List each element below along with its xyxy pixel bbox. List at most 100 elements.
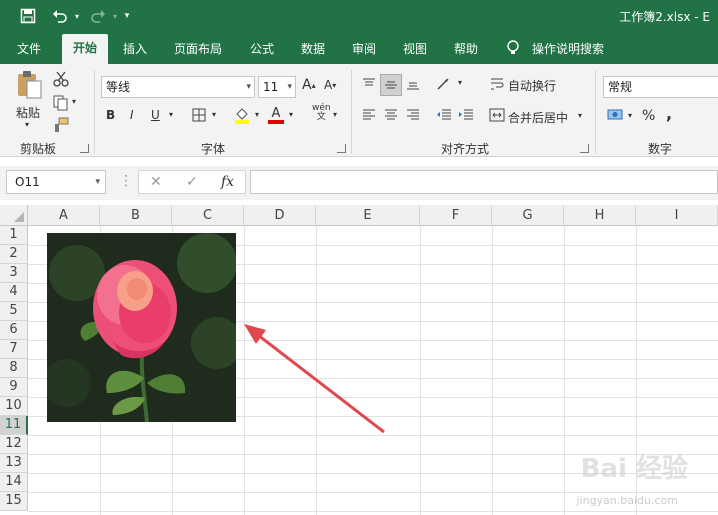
column-header-b[interactable]: B: [100, 205, 172, 226]
row-header-15[interactable]: 15: [0, 492, 28, 511]
undo-icon[interactable]: [48, 7, 72, 25]
paste-button[interactable]: 粘贴: [16, 104, 40, 121]
increase-font-size-icon[interactable]: A ▴: [302, 77, 316, 93]
merge-dropdown-icon[interactable]: ▾: [578, 111, 582, 120]
copy-dropdown-icon[interactable]: ▾: [72, 97, 76, 106]
bold-button[interactable]: B: [106, 108, 115, 122]
tab-data[interactable]: 数据: [301, 40, 325, 58]
clipboard-launcher-icon[interactable]: [80, 144, 89, 153]
align-top-icon[interactable]: [360, 74, 378, 94]
number-format-select[interactable]: 常规: [603, 76, 718, 98]
row-header-1[interactable]: 1: [0, 226, 28, 245]
name-box[interactable]: O11 ▾: [6, 170, 106, 194]
font-size-select[interactable]: 11 ▾: [258, 76, 296, 98]
tell-me-search[interactable]: 操作说明搜索: [532, 40, 604, 58]
enter-icon[interactable]: ✓: [186, 174, 198, 190]
merge-center-button[interactable]: 合并后居中: [508, 109, 568, 126]
tab-review[interactable]: 审阅: [352, 40, 376, 58]
underline-button[interactable]: U: [151, 108, 160, 122]
select-all-button[interactable]: [0, 205, 28, 226]
accounting-dropdown-icon[interactable]: ▾: [628, 111, 632, 120]
wrap-text-button[interactable]: 自动换行: [508, 77, 556, 94]
comma-style-button[interactable]: ,: [666, 104, 672, 123]
column-header-a[interactable]: A: [28, 205, 100, 226]
undo-dropdown-icon[interactable]: ▾: [72, 7, 82, 25]
copy-icon[interactable]: [52, 94, 70, 112]
title-bar: ▾ ▾ ▾ 工作簿2.xlsx - E: [0, 0, 718, 32]
row-header-3[interactable]: 3: [0, 264, 28, 283]
row-header-14[interactable]: 14: [0, 473, 28, 492]
redo-dropdown-icon[interactable]: ▾: [110, 7, 120, 25]
row-header-13[interactable]: 13: [0, 454, 28, 473]
fill-color-icon[interactable]: [233, 106, 251, 124]
accounting-format-icon[interactable]: [605, 106, 627, 124]
borders-dropdown-icon[interactable]: ▾: [212, 110, 216, 119]
font-size-value: 11: [263, 80, 279, 94]
row-header-12[interactable]: 12: [0, 435, 28, 454]
lightbulb-icon[interactable]: [506, 40, 520, 58]
wrap-text-icon[interactable]: [488, 74, 506, 94]
row-header-7[interactable]: 7: [0, 340, 28, 359]
tab-view[interactable]: 视图: [403, 40, 427, 58]
column-header-e[interactable]: E: [316, 205, 420, 226]
group-divider: [595, 70, 596, 154]
chevron-down-icon: ▾: [287, 82, 292, 92]
formula-bar-grip-icon[interactable]: ⋮: [119, 174, 133, 188]
font-color-dropdown-icon[interactable]: ▾: [289, 110, 293, 119]
fill-color-dropdown-icon[interactable]: ▾: [255, 110, 259, 119]
row-header-8[interactable]: 8: [0, 359, 28, 378]
phonetic-dropdown-icon[interactable]: ▾: [333, 110, 337, 119]
font-name-select[interactable]: 等线 ▾: [101, 76, 255, 98]
merge-center-icon[interactable]: [488, 106, 506, 124]
column-header-d[interactable]: D: [244, 205, 316, 226]
redo-icon[interactable]: [86, 7, 110, 25]
align-middle-icon[interactable]: [380, 74, 402, 96]
percent-style-button[interactable]: %: [642, 108, 655, 124]
orientation-dropdown-icon[interactable]: ▾: [458, 78, 462, 87]
cut-icon[interactable]: [52, 70, 70, 88]
phonetic-guide-icon[interactable]: wén 文: [312, 104, 331, 122]
cancel-icon[interactable]: ✕: [150, 174, 162, 190]
paste-icon[interactable]: [14, 70, 44, 100]
align-center-icon[interactable]: [382, 106, 400, 124]
font-launcher-icon[interactable]: [337, 144, 346, 153]
group-divider: [351, 70, 352, 154]
column-header-g[interactable]: G: [492, 205, 564, 226]
alignment-launcher-icon[interactable]: [580, 144, 589, 153]
align-bottom-icon[interactable]: [404, 74, 422, 94]
tab-home[interactable]: 开始: [62, 34, 109, 64]
row-header-9[interactable]: 9: [0, 378, 28, 397]
format-painter-icon[interactable]: [52, 116, 70, 134]
tab-insert[interactable]: 插入: [123, 40, 147, 58]
tab-page-layout[interactable]: 页面布局: [174, 40, 222, 58]
customize-quick-access-icon[interactable]: ▾: [120, 7, 134, 25]
tab-formulas[interactable]: 公式: [250, 40, 274, 58]
paste-dropdown-icon[interactable]: ▾: [25, 120, 29, 129]
increase-indent-icon[interactable]: [456, 106, 476, 124]
column-header-c[interactable]: C: [172, 205, 244, 226]
inserted-rose-picture[interactable]: [47, 233, 236, 422]
underline-dropdown-icon[interactable]: ▾: [169, 110, 173, 119]
row-header-2[interactable]: 2: [0, 245, 28, 264]
align-left-icon[interactable]: [360, 106, 378, 124]
column-header-f[interactable]: F: [420, 205, 492, 226]
decrease-font-size-icon[interactable]: A ▾: [324, 78, 336, 92]
font-color-icon[interactable]: A: [267, 106, 285, 124]
row-header-5[interactable]: 5: [0, 302, 28, 321]
decrease-indent-icon[interactable]: [434, 106, 454, 124]
column-header-h[interactable]: H: [564, 205, 636, 226]
align-right-icon[interactable]: [404, 106, 422, 124]
borders-icon[interactable]: [191, 107, 207, 123]
orientation-icon[interactable]: [434, 74, 456, 94]
italic-button[interactable]: I: [130, 108, 134, 122]
formula-input[interactable]: [250, 170, 718, 194]
insert-function-icon[interactable]: fx: [221, 174, 234, 190]
row-header-6[interactable]: 6: [0, 321, 28, 340]
save-icon[interactable]: [16, 7, 40, 25]
tab-help[interactable]: 帮助: [454, 40, 478, 58]
row-header-11[interactable]: 11: [0, 416, 28, 435]
column-header-i[interactable]: I: [636, 205, 718, 226]
row-header-10[interactable]: 10: [0, 397, 28, 416]
row-header-4[interactable]: 4: [0, 283, 28, 302]
tab-file[interactable]: 文件: [17, 40, 41, 58]
